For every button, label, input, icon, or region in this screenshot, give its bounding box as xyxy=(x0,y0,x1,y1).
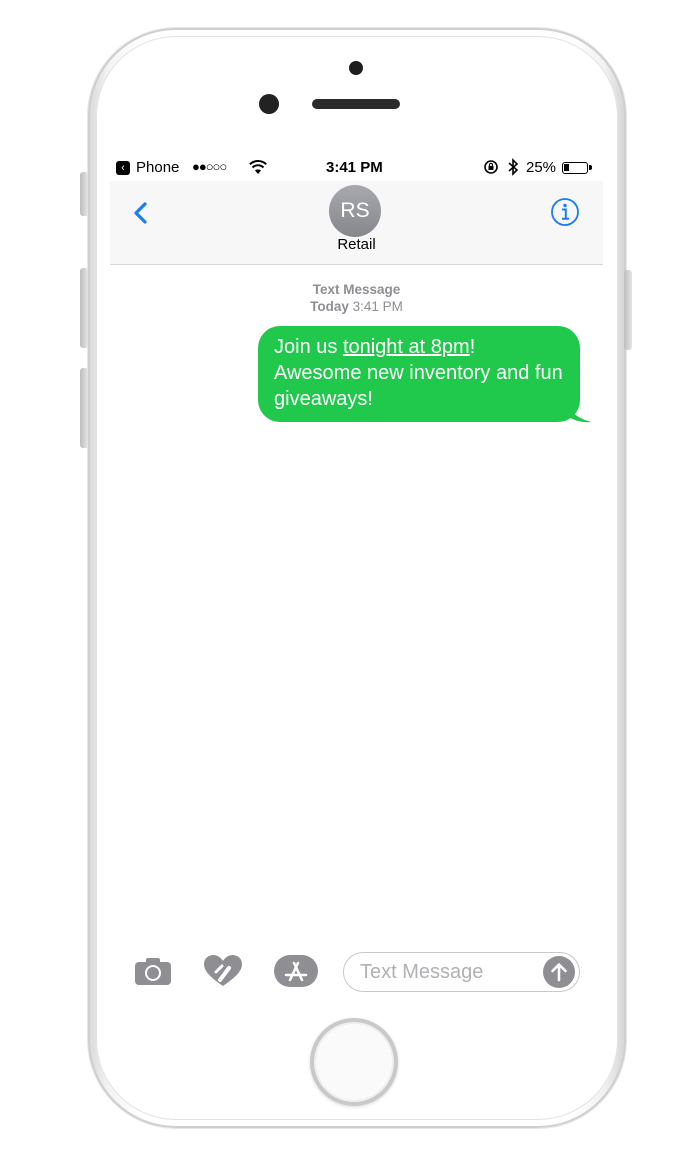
battery-icon xyxy=(562,162,592,174)
app-store-icon xyxy=(274,955,318,987)
battery-nub xyxy=(589,165,592,170)
battery-percent: 25% xyxy=(526,159,557,176)
back-chevron-icon xyxy=(134,202,147,224)
camera-button[interactable] xyxy=(132,953,174,989)
status-bar: ‹ Phone ●●○○○ 3:41 PM 25% xyxy=(110,155,603,181)
info-icon xyxy=(551,198,579,226)
composer-toolbar: Text Message xyxy=(110,945,603,1008)
info-button[interactable] xyxy=(550,197,580,227)
home-button[interactable] xyxy=(310,1018,398,1106)
back-button[interactable] xyxy=(124,191,154,231)
status-time: 3:41 PM xyxy=(326,159,383,176)
digital-touch-heart-icon xyxy=(204,955,242,986)
service-label: Text Message xyxy=(312,282,401,297)
app-store-button[interactable] xyxy=(273,953,319,989)
wifi-icon xyxy=(248,158,268,180)
front-camera xyxy=(259,94,279,114)
messages-screen: ‹ Phone ●●○○○ 3:41 PM 25% RS Retail Text… xyxy=(110,155,603,1008)
message-text-prefix: Join us xyxy=(274,336,343,358)
bluetooth-icon xyxy=(506,158,520,179)
message-input-placeholder: Text Message xyxy=(360,961,484,983)
digital-touch-button[interactable] xyxy=(202,953,244,989)
time-label: 3:41 PM xyxy=(352,299,403,314)
send-button[interactable] xyxy=(543,956,575,988)
send-arrow-icon xyxy=(551,963,567,982)
rotation-lock-icon xyxy=(482,158,500,179)
battery-fill xyxy=(564,164,569,171)
power-button xyxy=(624,270,632,350)
volume-down-button xyxy=(80,368,88,448)
proximity-sensor xyxy=(349,61,363,75)
contact-name[interactable]: Retail xyxy=(110,236,603,253)
message-input[interactable]: Text Message xyxy=(343,952,580,992)
signal-strength: ●●○○○ xyxy=(192,159,227,174)
camera-icon xyxy=(135,958,171,985)
message-date: Today 3:41 PM xyxy=(110,298,603,315)
back-to-app-icon[interactable]: ‹ xyxy=(116,161,130,175)
mute-switch xyxy=(80,172,88,216)
volume-up-button xyxy=(80,268,88,348)
sent-message-bubble[interactable]: Join us tonight at 8pm! Awesome new inve… xyxy=(258,326,580,422)
earpiece-speaker xyxy=(312,99,400,109)
status-carrier[interactable]: Phone xyxy=(136,159,179,176)
conversation-header: RS Retail xyxy=(110,181,603,265)
message-date-link[interactable]: tonight at 8pm xyxy=(343,336,470,358)
message-timestamp-header: Text Message Today 3:41 PM xyxy=(110,281,603,315)
contact-avatar[interactable]: RS xyxy=(329,185,381,237)
day-label: Today xyxy=(310,299,349,314)
